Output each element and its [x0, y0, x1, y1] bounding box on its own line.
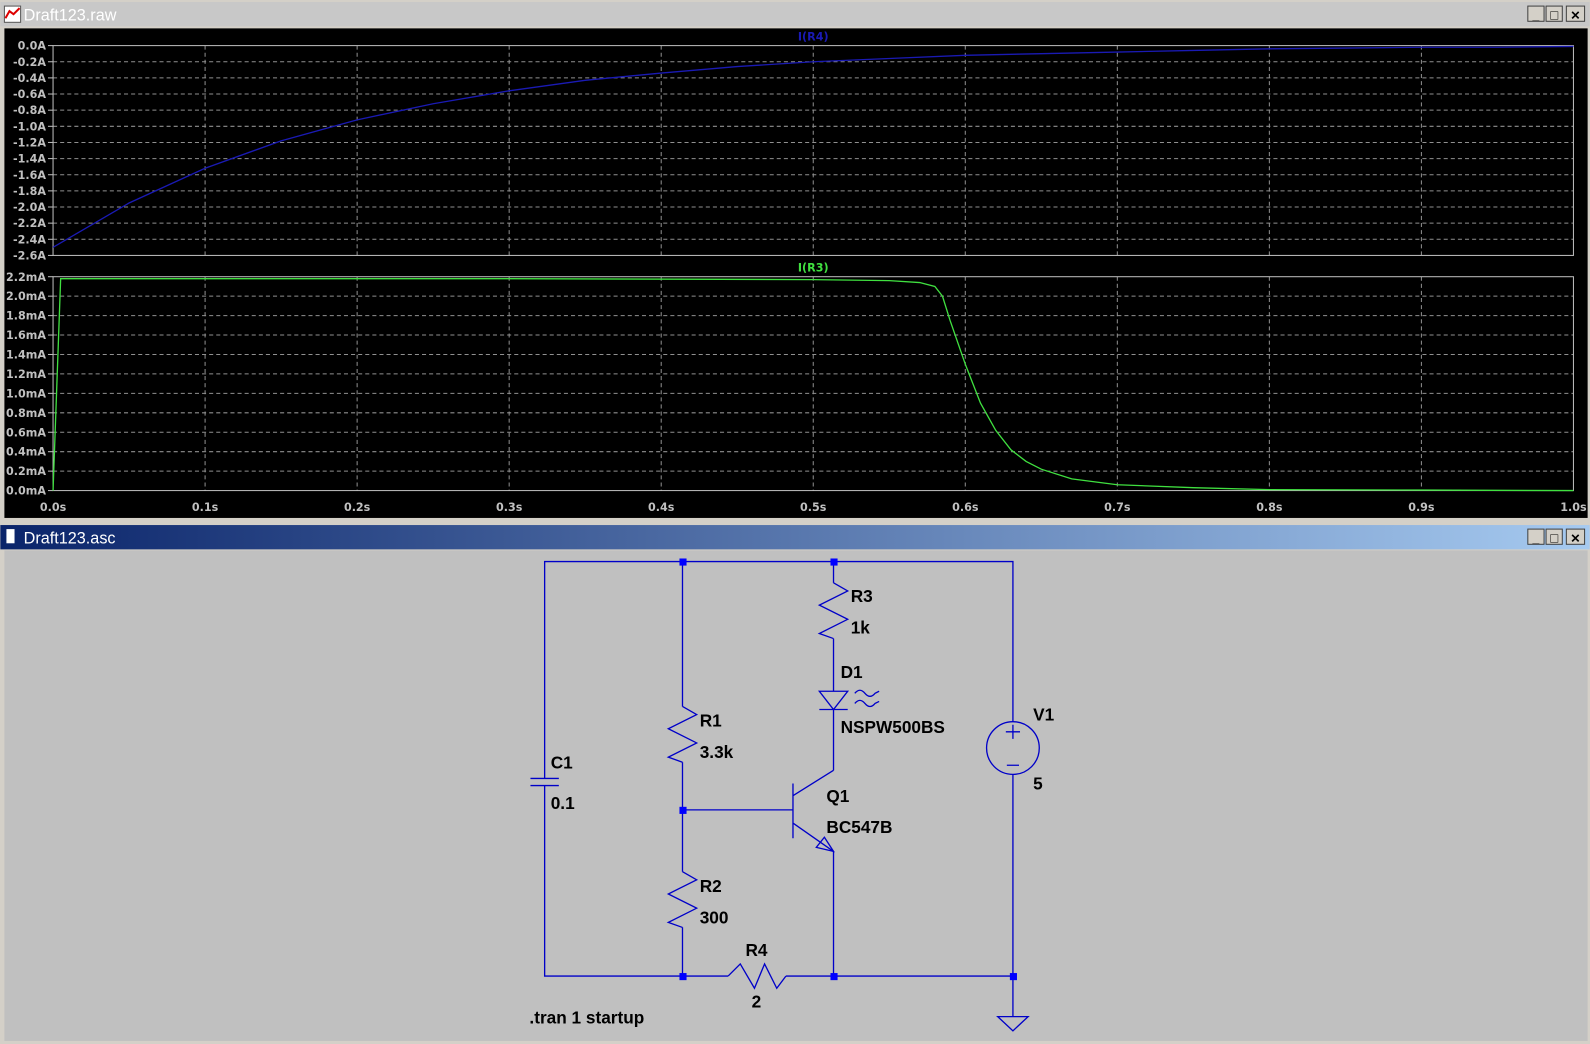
svg-text:□: □: [1550, 530, 1558, 545]
y-tick-label: 1.6mA: [6, 329, 46, 342]
schematic-title-bar[interactable]: [0, 525, 1590, 550]
y-tick-label: 2.2mA: [6, 271, 46, 284]
d1-name[interactable]: D1: [841, 662, 863, 682]
svg-text:_: _: [1532, 531, 1540, 545]
x-tick-label: 0.6s: [952, 501, 979, 514]
ltspice-screen: Draft123.raw _ □ ✕ 0.0A -0.2A -0.4A -0.6A -0…: [0, 0, 1590, 1041]
y-tick-label: 0.4mA: [6, 446, 46, 459]
y-tick-label: 0.0A: [18, 40, 47, 53]
y-tick-label: -1.8A: [13, 185, 46, 198]
x-tick-label: 0.4s: [648, 501, 675, 514]
svg-text:_: _: [1532, 8, 1540, 22]
r1-name[interactable]: R1: [700, 711, 722, 731]
r4-value[interactable]: 2: [752, 992, 762, 1012]
x-tick-label: 0.2s: [344, 501, 371, 514]
waveform-window-title: Draft123.raw: [24, 6, 117, 24]
y-tick-label: -0.6A: [13, 88, 46, 101]
trace-label[interactable]: I(R4): [798, 31, 829, 44]
x-tick-label: 0.9s: [1408, 501, 1435, 514]
y-tick-label: -2.2A: [13, 217, 46, 230]
y-tick-label: 1.8mA: [6, 310, 46, 323]
y-tick-label: 1.0mA: [6, 387, 46, 400]
schematic-close-button[interactable]: ✕: [1565, 528, 1586, 545]
d1-value[interactable]: NSPW500BS: [841, 717, 945, 737]
r3-name[interactable]: R3: [851, 586, 873, 606]
schematic-window-title: Draft123.asc: [24, 529, 116, 547]
v1-name[interactable]: V1: [1033, 705, 1054, 725]
r4-name[interactable]: R4: [745, 940, 767, 960]
svg-text:□: □: [1550, 7, 1558, 22]
svg-text:✕: ✕: [1570, 531, 1580, 545]
schematic-window: Draft123.asc _ □ ✕ C1 0.1 R1 3.3k R2 300…: [0, 525, 1590, 1041]
schematic-maximize-button[interactable]: □: [1545, 528, 1563, 545]
y-tick-label: -0.4A: [13, 72, 46, 85]
schematic-minimize-button[interactable]: _: [1527, 528, 1545, 545]
c1-value[interactable]: 0.1: [551, 793, 575, 813]
y-tick-label: -1.4A: [13, 153, 46, 166]
y-tick-label: 1.4mA: [6, 349, 46, 362]
plot-area[interactable]: [4, 28, 1588, 518]
y-tick-label: -2.0A: [13, 201, 46, 214]
x-tick-label: 0.7s: [1104, 501, 1131, 514]
q1-name[interactable]: Q1: [826, 786, 849, 806]
y-tick-label: -1.2A: [13, 137, 46, 150]
waveform-close-button[interactable]: ✕: [1565, 5, 1586, 22]
v1-value[interactable]: 5: [1033, 774, 1043, 794]
c1-name[interactable]: C1: [551, 752, 573, 772]
r2-value[interactable]: 300: [700, 907, 729, 927]
r2-name[interactable]: R2: [700, 876, 722, 896]
schematic-app-icon: [6, 529, 15, 544]
y-tick-label: 1.2mA: [6, 368, 46, 381]
y-tick-label: -2.6A: [13, 249, 46, 262]
waveform-title-bar[interactable]: [0, 2, 1590, 27]
waveform-app-icon: [3, 5, 22, 23]
y-tick-label: -2.4A: [13, 233, 46, 246]
r1-value[interactable]: 3.3k: [700, 742, 734, 762]
y-tick-label: -1.0A: [13, 120, 46, 133]
y-tick-label: 0.2mA: [6, 465, 46, 478]
y-tick-label: -0.2A: [13, 56, 46, 69]
y-tick-label: -0.8A: [13, 104, 46, 117]
x-tick-label: 0.1s: [192, 501, 219, 514]
x-tick-label: 0.5s: [800, 501, 827, 514]
schematic-canvas[interactable]: [4, 550, 1588, 1041]
r3-value[interactable]: 1k: [851, 617, 871, 637]
trace-label[interactable]: I(R3): [798, 262, 829, 275]
x-tick-label: 0.0s: [40, 501, 67, 514]
waveform-minimize-button[interactable]: _: [1527, 5, 1545, 22]
y-tick-label: 0.0mA: [6, 485, 46, 498]
y-tick-label: 0.6mA: [6, 426, 46, 439]
x-tick-label: 0.8s: [1256, 501, 1283, 514]
spice-directive[interactable]: .tran 1 startup: [529, 1008, 644, 1028]
q1-value[interactable]: BC547B: [826, 817, 892, 837]
waveform-window: Draft123.raw _ □ ✕ 0.0A -0.2A -0.4A -0.6A -0…: [0, 0, 1590, 522]
x-tick-label: 0.3s: [496, 501, 523, 514]
y-tick-label: 0.8mA: [6, 407, 46, 420]
y-tick-label: 2.0mA: [6, 290, 46, 303]
x-tick-label: 1.0s: [1560, 501, 1587, 514]
y-tick-label: -1.6A: [13, 169, 46, 182]
svg-text:✕: ✕: [1570, 8, 1580, 22]
waveform-maximize-button[interactable]: □: [1545, 5, 1563, 22]
